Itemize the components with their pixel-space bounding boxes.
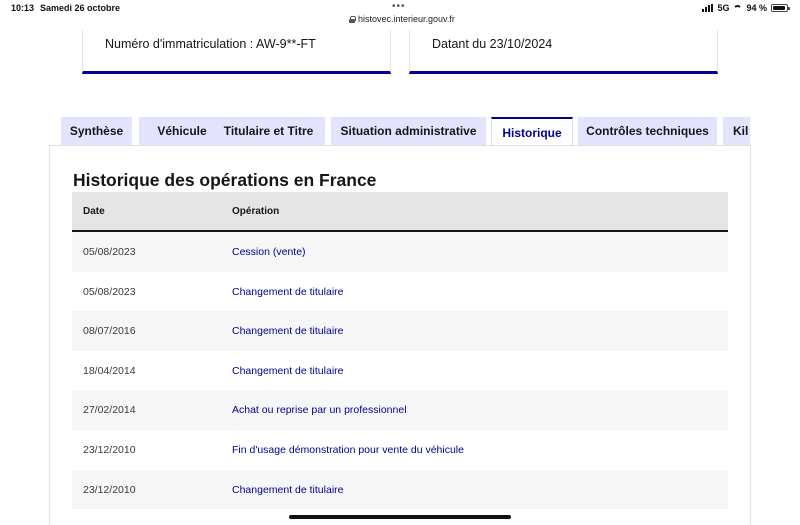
row-date: 05/08/2023 — [83, 285, 136, 298]
tab-synthese[interactable]: Synthèse — [61, 117, 132, 145]
battery-icon — [771, 4, 790, 12]
row-date: 05/08/2023 — [83, 246, 136, 258]
table-row: 23/12/2010 Changement de titulaire — [72, 469, 728, 510]
row-date: 23/12/2010 — [83, 443, 136, 456]
status-time: 10:13 — [11, 3, 35, 13]
row-operation-link[interactable]: Changement de titulaire — [232, 365, 344, 377]
tab-list: Synthèse Véhicule Titulaire et Titre Sit… — [61, 117, 750, 147]
row-operation-link[interactable]: Fin d'usage démonstration pour vente du … — [232, 444, 464, 456]
table-row: 05/08/2023 Changement de titulaire — [72, 271, 728, 312]
row-date: 27/02/2014 — [83, 404, 136, 417]
table-row: 08/07/2016 Changement de titulaire — [72, 311, 728, 351]
network-label: 5G — [717, 3, 730, 13]
status-bar: 10:13 Samedi 26 octobre ••• histovec.int… — [0, 0, 800, 30]
row-operation-link[interactable]: Changement de titulaire — [232, 325, 344, 337]
registration-text: Numéro d'immatriculation : AW-9**-FT — [105, 37, 316, 51]
signal-icon — [702, 4, 714, 12]
column-header-operation: Opération — [232, 206, 280, 217]
table-row: 18/04/2014 Changement de titulaire — [72, 350, 728, 391]
report-date-text: Datant du 23/10/2024 — [432, 37, 553, 51]
status-date: Samedi 26 octobre — [40, 3, 121, 13]
row-date: 23/12/2010 — [83, 483, 136, 496]
battery-label: 94 % — [746, 3, 767, 13]
date-card: Datant du 23/10/2024 — [409, 30, 718, 74]
home-indicator[interactable] — [289, 515, 511, 519]
history-panel: Historique des opérations en France Date… — [49, 145, 751, 525]
battery-fill — [773, 6, 786, 10]
column-header-date: Date — [83, 206, 105, 217]
row-operation-link[interactable]: Cession (vente) — [232, 246, 306, 258]
section-title: Historique des opérations en France — [73, 170, 377, 190]
row-operation-link[interactable]: Changement de titulaire — [232, 484, 344, 496]
lock-icon — [349, 15, 356, 23]
tab-titulaire[interactable]: Titulaire et Titre — [212, 117, 325, 145]
status-indicators: 5G 94 % — [702, 3, 790, 13]
tab-historique[interactable]: Historique — [491, 117, 573, 147]
operations-table: Date Opération 05/08/2023 Cession (vente… — [72, 192, 728, 525]
registration-card: Numéro d'immatriculation : AW-9**-FT — [82, 30, 391, 74]
row-operation-link[interactable]: Achat ou reprise par un professionnel — [232, 404, 407, 416]
wifi-icon — [733, 4, 743, 12]
table-header: Date Opération — [72, 192, 728, 232]
row-date: 18/04/2014 — [83, 364, 136, 377]
table-row: 05/08/2023 Cession (vente) — [72, 232, 728, 272]
address-bar[interactable]: histovec.interieur.gouv.fr — [349, 14, 455, 24]
multitask-dots-icon[interactable]: ••• — [392, 1, 406, 12]
address-url: histovec.interieur.gouv.fr — [358, 14, 455, 24]
tab-kilometrage[interactable]: Kil — [723, 117, 750, 145]
tab-situation-administrative[interactable]: Situation administrative — [331, 117, 486, 145]
row-operation-link[interactable]: Changement de titulaire — [232, 286, 344, 298]
tab-controles-techniques[interactable]: Contrôles techniques — [578, 117, 717, 145]
table-row: 27/02/2014 Achat ou reprise par un profe… — [72, 390, 728, 430]
row-date: 08/07/2016 — [83, 325, 136, 338]
table-row: 23/12/2010 Fin d'usage démonstration pou… — [72, 429, 728, 470]
